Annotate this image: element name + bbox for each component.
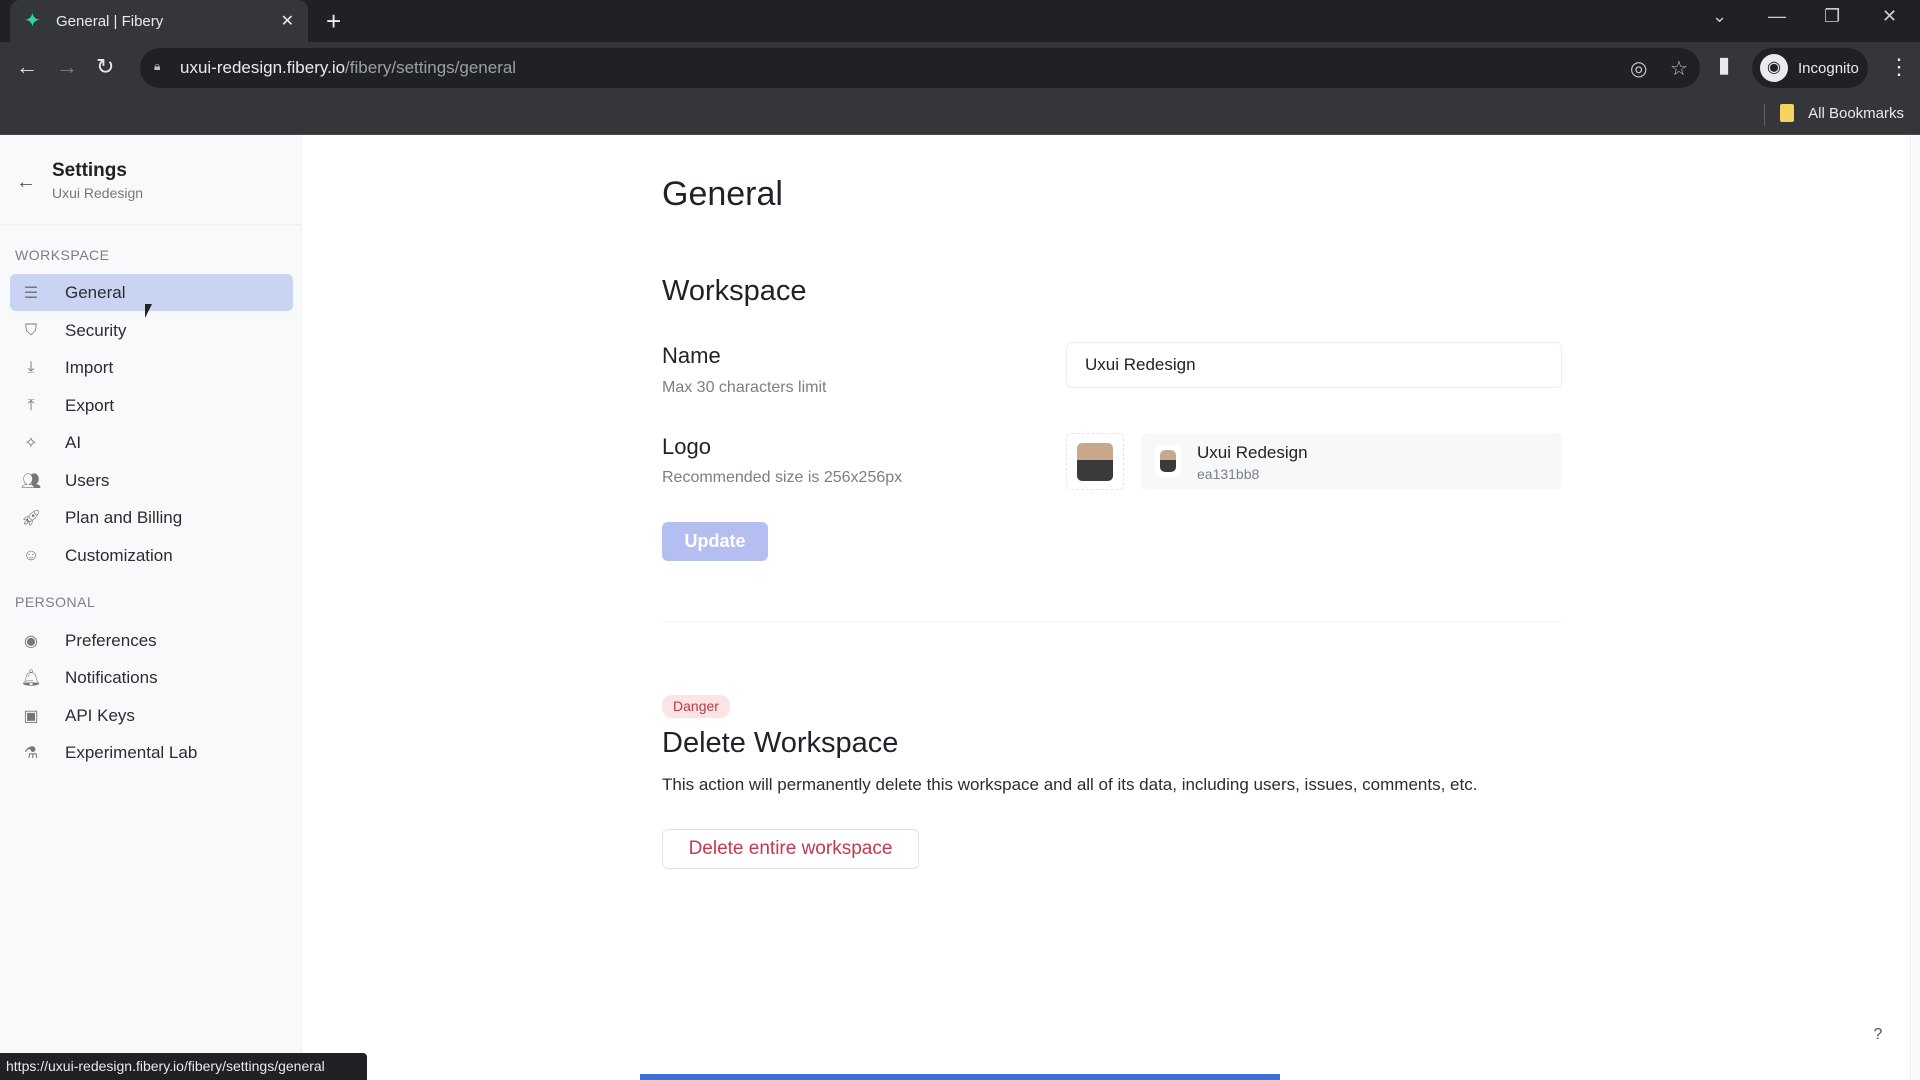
incognito-icon: ◉ bbox=[1760, 54, 1788, 82]
sidebar-item-export[interactable]: ⤒ Export bbox=[10, 387, 293, 424]
logo-upload[interactable] bbox=[1066, 433, 1124, 490]
restore-icon[interactable]: ❐ bbox=[1824, 6, 1840, 27]
sidebar-item-label: Notifications bbox=[65, 667, 158, 687]
logo-preview-card: Uxui Redesign ea131bb8 bbox=[1141, 433, 1562, 490]
folder-icon bbox=[1780, 104, 1795, 122]
logo-thumbnail-image bbox=[1160, 450, 1176, 472]
sidebar-item-label: Security bbox=[65, 320, 127, 340]
sidebar-title: Settings bbox=[52, 160, 127, 181]
sidebar-item-label: Export bbox=[65, 395, 115, 415]
status-bar-url: https://uxui-redesign.fibery.io/fibery/s… bbox=[0, 1053, 367, 1080]
terminal-icon: ▣ bbox=[23, 707, 39, 725]
sidebar-item-preferences[interactable]: ◉ Preferences bbox=[10, 622, 293, 659]
sidebar-item-label: Import bbox=[65, 357, 114, 377]
url-bar[interactable]: 🔒︎ uxui-redesign.fibery.io/fibery/settin… bbox=[140, 48, 1700, 88]
import-icon: ⤓ bbox=[27, 358, 35, 376]
sidebar-item-label: Preferences bbox=[65, 630, 157, 650]
danger-badge: Danger bbox=[662, 695, 730, 718]
sidebar-item-experimental-lab[interactable]: ⚗ Experimental Lab bbox=[10, 734, 293, 771]
close-tab-icon[interactable]: ✕ bbox=[281, 11, 294, 31]
logo-workspace-id: ea131bb8 bbox=[1197, 466, 1260, 482]
back-arrow-icon[interactable]: ← bbox=[16, 171, 36, 194]
back-icon[interactable]: ← bbox=[16, 54, 38, 80]
sidebar-item-notifications[interactable]: 🔔︎ Notifications bbox=[10, 659, 293, 696]
mouse-cursor bbox=[145, 304, 152, 318]
sidebar-item-label: AI bbox=[65, 432, 82, 452]
sidebar-item-label: Customization bbox=[65, 545, 173, 565]
address-bar-row: ← → ↻ 🔒︎ uxui-redesign.fibery.io/fibery/… bbox=[0, 42, 1920, 96]
menu-kebab-icon[interactable]: ⋮ bbox=[1888, 54, 1910, 80]
incognito-profile[interactable]: ◉ Incognito bbox=[1752, 48, 1868, 88]
users-icon: 👥︎ bbox=[20, 472, 42, 490]
side-panel-icon[interactable]: ▮ bbox=[1718, 52, 1730, 78]
sidebar-item-label: API Keys bbox=[65, 705, 135, 725]
bell-icon: 🔔︎ bbox=[20, 669, 42, 687]
user-circle-icon: ◉ bbox=[24, 632, 38, 650]
workspace-name-input[interactable] bbox=[1066, 342, 1562, 388]
scrollbar[interactable] bbox=[1910, 135, 1920, 1080]
export-icon: ⤒ bbox=[27, 396, 35, 414]
logo-image bbox=[1077, 442, 1113, 481]
logo-thumbnail bbox=[1155, 445, 1181, 477]
minimize-icon[interactable]: — bbox=[1768, 6, 1786, 27]
sidebar-item-ai[interactable]: ✧ AI bbox=[10, 424, 293, 461]
sidebar-subtitle: Uxui Redesign bbox=[52, 185, 144, 201]
all-bookmarks-label: All Bookmarks bbox=[1808, 104, 1904, 122]
delete-workspace-heading: Delete Workspace bbox=[662, 727, 899, 759]
bookmarks-divider bbox=[1764, 104, 1765, 126]
bookmark-star-icon[interactable]: ☆ bbox=[1670, 56, 1688, 81]
sidebar-item-api-keys[interactable]: ▣ API Keys bbox=[10, 697, 293, 734]
sidebar-header: ← Settings Uxui Redesign bbox=[0, 135, 301, 225]
sidebar-item-users[interactable]: 👥︎ Users bbox=[10, 462, 293, 499]
profile-label: Incognito bbox=[1798, 59, 1859, 77]
url-host: uxui-redesign.fibery.io bbox=[180, 58, 346, 77]
name-hint: Max 30 characters limit bbox=[662, 379, 827, 396]
browser-tab-strip: ✦ General | Fibery ✕ + ⌄ — ❐ ✕ bbox=[0, 0, 1920, 42]
sidebar-item-label: Plan and Billing bbox=[65, 507, 183, 527]
section-workspace: WORKSPACE bbox=[15, 247, 110, 263]
help-button[interactable]: ? bbox=[1866, 1026, 1890, 1050]
reload-icon[interactable]: ↻ bbox=[96, 54, 114, 80]
settings-sidebar: ← Settings Uxui Redesign WORKSPACE ☰ Gene… bbox=[0, 135, 302, 1080]
sidebar-item-import[interactable]: ⤓ Import bbox=[10, 349, 293, 386]
page-load-progress-bar bbox=[640, 1074, 1280, 1080]
forward-icon[interactable]: → bbox=[56, 54, 78, 80]
page-title: General bbox=[662, 175, 783, 213]
fibery-favicon-icon: ✦ bbox=[24, 10, 41, 32]
sparkle-icon: ✧ bbox=[24, 434, 38, 452]
name-label: Name bbox=[662, 343, 721, 368]
close-window-icon[interactable]: ✕ bbox=[1882, 6, 1897, 27]
eye-off-icon[interactable]: ◎ bbox=[1630, 56, 1647, 81]
url-path: /fibery/settings/general bbox=[345, 58, 517, 77]
section-divider bbox=[662, 621, 1562, 622]
new-tab-icon[interactable]: + bbox=[326, 6, 341, 37]
flask-icon: ⚗ bbox=[23, 744, 39, 762]
browser-tab[interactable]: ✦ General | Fibery ✕ bbox=[10, 0, 308, 42]
tab-search-icon[interactable]: ⌄ bbox=[1712, 6, 1727, 27]
sidebar-item-customization[interactable]: ☺ Customization bbox=[10, 537, 293, 574]
bookmarks-bar: All Bookmarks bbox=[0, 96, 1920, 135]
section-personal: PERSONAL bbox=[15, 594, 96, 610]
sidebar-item-label: Users bbox=[65, 470, 110, 490]
workspace-heading: Workspace bbox=[662, 275, 807, 307]
logo-label: Logo bbox=[662, 434, 711, 459]
sliders-icon: ☰ bbox=[23, 284, 39, 302]
delete-workspace-description: This action will permanently delete this… bbox=[662, 775, 1478, 794]
sidebar-item-label: Experimental Lab bbox=[65, 742, 198, 762]
rocket-icon: 🚀︎ bbox=[20, 509, 42, 527]
sidebar-item-plan-billing[interactable]: 🚀︎ Plan and Billing bbox=[10, 499, 293, 536]
shield-icon: ⛉ bbox=[24, 321, 37, 339]
smiley-icon: ☺ bbox=[22, 546, 40, 564]
settings-content: General Workspace Name Max 30 characters… bbox=[303, 135, 1910, 1080]
sidebar-item-label: General bbox=[65, 282, 126, 302]
logo-workspace-name: Uxui Redesign bbox=[1197, 443, 1308, 462]
delete-workspace-button[interactable]: Delete entire workspace bbox=[662, 829, 919, 869]
tab-title: General | Fibery bbox=[56, 12, 164, 30]
lock-icon: 🔒︎ bbox=[154, 59, 161, 73]
update-button[interactable]: Update bbox=[662, 522, 768, 561]
logo-hint: Recommended size is 256x256px bbox=[662, 469, 903, 486]
all-bookmarks-button[interactable]: All Bookmarks bbox=[1780, 104, 1904, 122]
